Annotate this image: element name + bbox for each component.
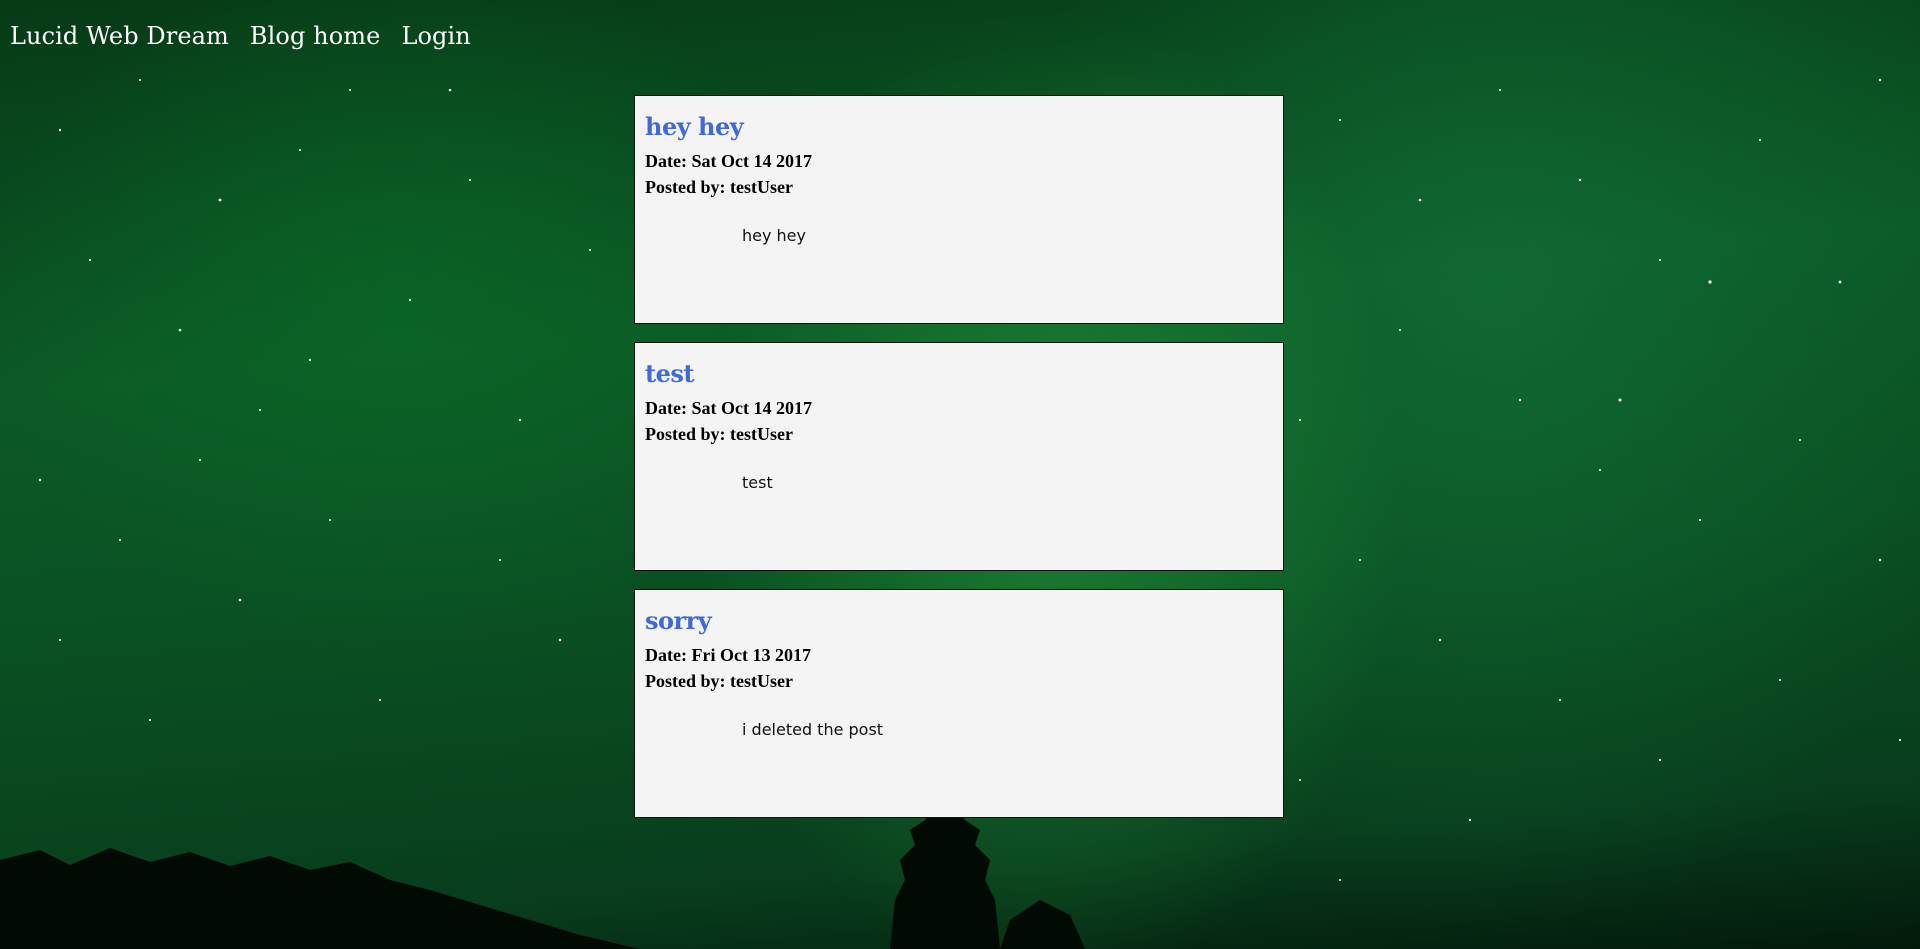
post-date: Date: Sat Oct 14 2017 bbox=[645, 398, 812, 418]
post-author: Posted by: testUser bbox=[645, 424, 793, 444]
post-date: Date: Sat Oct 14 2017 bbox=[645, 151, 812, 171]
brand-link[interactable]: Lucid Web Dream bbox=[10, 22, 229, 50]
post-title-link[interactable]: hey hey bbox=[645, 112, 1273, 142]
post-card: test Date: Sat Oct 14 2017 Posted by: te… bbox=[634, 342, 1284, 571]
post-body: hey hey bbox=[742, 226, 806, 245]
post-author: Posted by: testUser bbox=[645, 177, 793, 197]
blog-home-link[interactable]: Blog home bbox=[250, 22, 381, 50]
post-card: hey hey Date: Sat Oct 14 2017 Posted by:… bbox=[634, 95, 1284, 324]
post-date: Date: Fri Oct 13 2017 bbox=[645, 645, 811, 665]
top-nav: Lucid Web Dream Blog home Login bbox=[10, 22, 471, 50]
post-author: Posted by: testUser bbox=[645, 671, 793, 691]
post-title-link[interactable]: sorry bbox=[645, 606, 1273, 636]
post-body: i deleted the post bbox=[742, 720, 884, 739]
post-title-link[interactable]: test bbox=[645, 359, 1273, 389]
post-body: test bbox=[742, 473, 773, 492]
login-link[interactable]: Login bbox=[401, 22, 470, 50]
post-card: sorry Date: Fri Oct 13 2017 Posted by: t… bbox=[634, 589, 1284, 818]
